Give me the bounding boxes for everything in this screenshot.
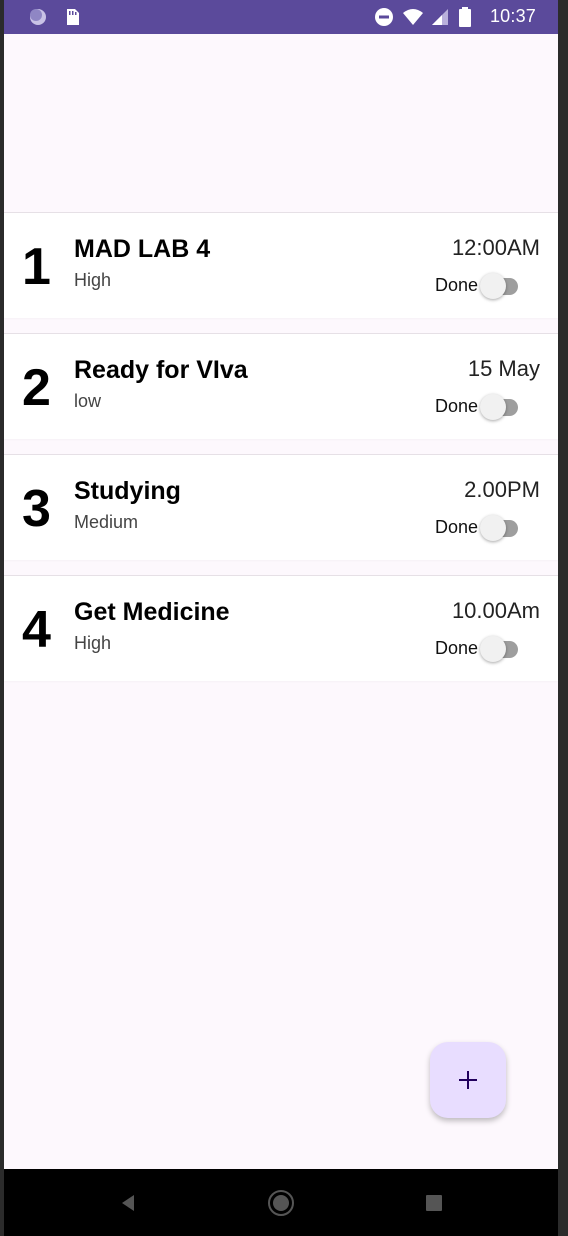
task-number: 1	[22, 238, 51, 296]
do-not-disturb-icon	[374, 7, 394, 27]
task-priority: High	[74, 633, 112, 653]
toggle-thumb	[480, 515, 506, 541]
task-number: 4	[22, 601, 51, 659]
task-time: 2.00PM	[464, 477, 540, 502]
task-card[interactable]: 4 Get Medicine High 10.00Am Done	[4, 575, 558, 681]
done-label: Done	[434, 275, 478, 295]
circle-app-icon	[28, 7, 48, 27]
done-label: Done	[434, 638, 478, 658]
wifi-icon	[402, 7, 423, 27]
plus-icon	[459, 1071, 477, 1089]
task-priority: High	[74, 270, 112, 290]
task-number: 3	[22, 480, 51, 538]
signal-icon	[430, 7, 450, 27]
task-time: 12:00AM	[451, 235, 540, 260]
task-card[interactable]: 1 MAD LAB 4 High 12:00AM Done	[4, 212, 558, 318]
task-list-screen: 1 MAD LAB 4 High 12:00AM Done 2 Ready fo…	[4, 34, 558, 1169]
done-toggle[interactable]	[480, 636, 524, 662]
done-label: Done	[434, 517, 478, 537]
task-title: Studying	[74, 477, 181, 505]
task-card[interactable]: 3 Studying Medium 2.00PM Done	[4, 454, 558, 560]
sd-card-icon	[62, 7, 82, 27]
task-title: Ready for VIva	[74, 356, 248, 384]
task-priority: low	[74, 391, 102, 411]
task-time: 10.00Am	[451, 598, 540, 623]
task-priority: Medium	[74, 512, 139, 532]
done-label: Done	[434, 396, 478, 416]
task-time: 15 May	[467, 356, 540, 381]
task-title: MAD LAB 4	[74, 235, 211, 263]
task-title: Get Medicine	[74, 598, 230, 626]
system-nav-bar	[4, 1169, 558, 1236]
home-icon[interactable]	[267, 1189, 295, 1217]
status-bar: 10:37	[4, 0, 558, 34]
clock: 10:37	[489, 6, 536, 26]
device-frame-right	[558, 0, 568, 1236]
battery-icon	[458, 6, 478, 27]
done-toggle[interactable]	[480, 394, 524, 420]
toggle-thumb	[480, 636, 506, 662]
done-toggle[interactable]	[480, 515, 524, 541]
back-icon[interactable]	[114, 1189, 142, 1217]
task-card[interactable]: 2 Ready for VIva low 15 May Done	[4, 333, 558, 439]
done-toggle[interactable]	[480, 273, 524, 299]
add-task-button[interactable]	[430, 1042, 506, 1118]
toggle-thumb	[480, 394, 506, 420]
task-number: 2	[22, 359, 51, 417]
toggle-thumb	[480, 273, 506, 299]
recents-icon[interactable]	[420, 1189, 448, 1217]
